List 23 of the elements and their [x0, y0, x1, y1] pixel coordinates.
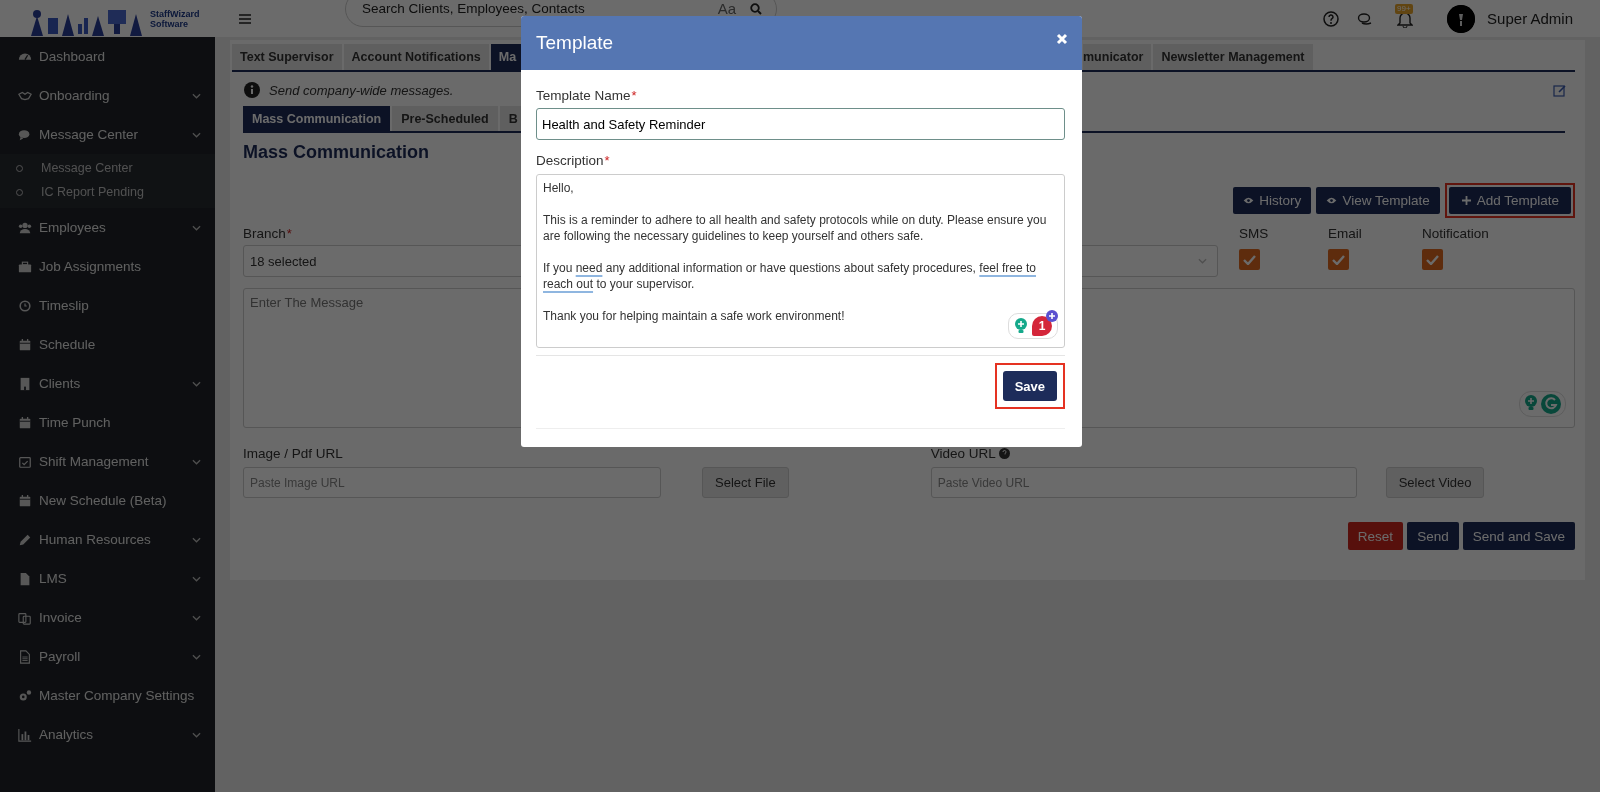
field-label: Description [536, 153, 604, 170]
suggestion-count: 1 [1032, 316, 1052, 336]
info-text: Send company-wide messages. [269, 82, 454, 98]
font-hint: Aa [717, 0, 736, 17]
notification-badge: 99+ [1395, 3, 1413, 14]
description-paragraph: This is a reminder to adhere to all health and safety protocols while on duty. Please ensure you are following the necessary guidelines to keep yourself and others safe. [543, 212, 1048, 244]
description-paragraph: Hello, [543, 180, 574, 196]
logo-text: StaffWizard [150, 8, 200, 19]
field-label: Branch [243, 226, 286, 243]
dialog-title: Template [536, 32, 614, 54]
description-paragraph: If you need any additional information or have questions about safety procedures, feel free to reach out to your supervisor. [543, 260, 1037, 292]
required-mark: * [286, 226, 292, 241]
checkbox-label: Email [1328, 226, 1363, 243]
required-mark: * [604, 153, 610, 168]
required-mark: * [631, 88, 637, 103]
field-label: Image / Pdf URL [243, 446, 344, 463]
section-title: Mass Communication [243, 142, 430, 164]
field-label: Template Name [536, 88, 631, 105]
checkbox-label: SMS [1239, 226, 1270, 243]
description-paragraph: Thank you for helping maintain a safe work environment! [543, 308, 845, 324]
field-label: Video URL [930, 446, 1357, 464]
logo-text: Software [150, 18, 189, 29]
checkbox-label: Notification [1422, 226, 1489, 243]
